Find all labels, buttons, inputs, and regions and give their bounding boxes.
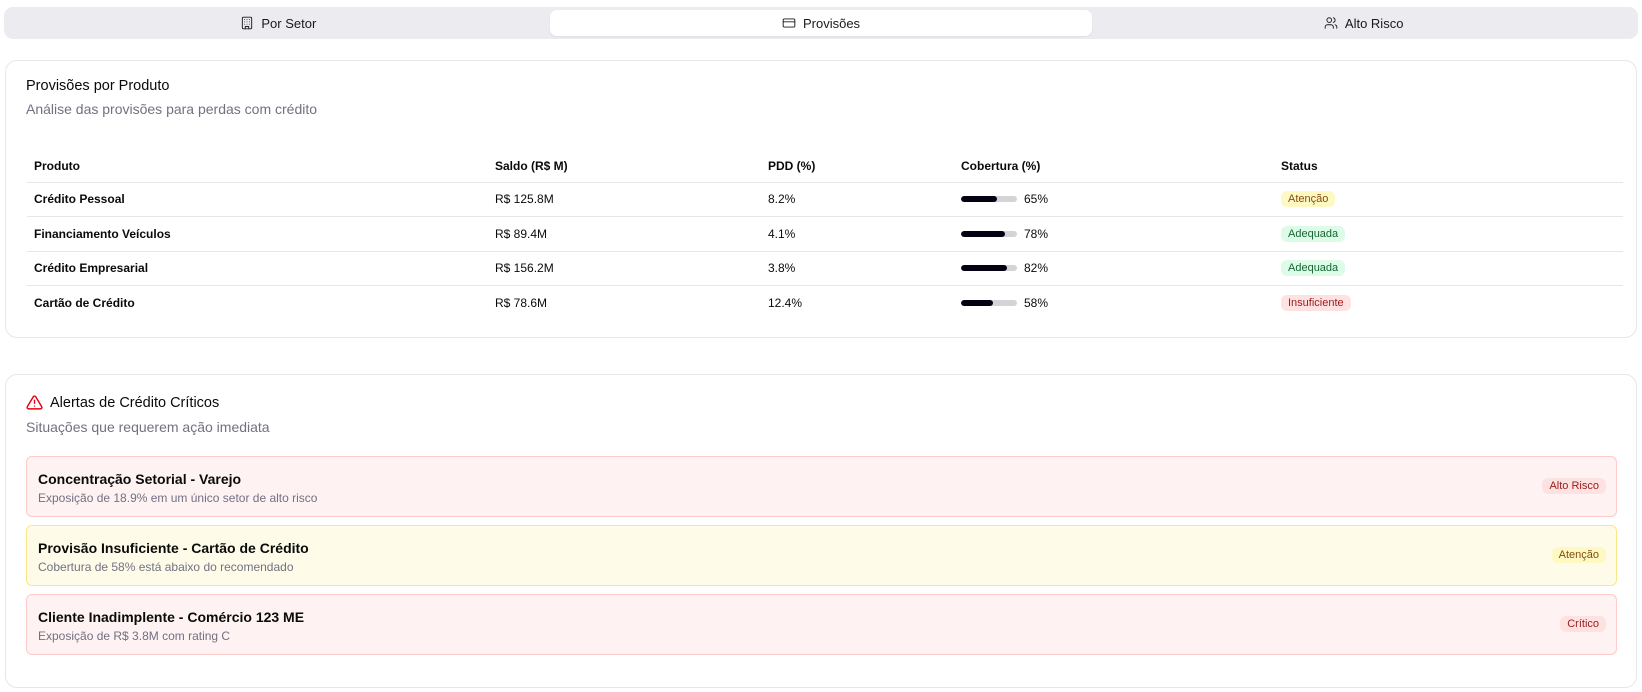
status-badge: Atenção <box>1281 191 1336 208</box>
provisions-card: Provisões por Produto Análise das provis… <box>5 60 1637 338</box>
coverage-value: 58% <box>1024 296 1049 310</box>
building-icon <box>242 16 253 30</box>
product-cell: Crédito Pessoal <box>27 182 488 217</box>
status-cell: Adequada <box>1274 251 1623 286</box>
alert-badge: Alto Risco <box>1542 478 1606 494</box>
coverage-bar <box>961 300 1017 306</box>
provisions-title: Provisões por Produto <box>26 78 170 94</box>
alert-item[interactable]: Concentração Setorial - Varejo Exposição… <box>26 456 1617 517</box>
alerts-card: Alertas de Crédito Críticos Situações qu… <box>5 374 1637 688</box>
table-row: Crédito Pessoal R$ 125.8M 8.2% 65% Atenç… <box>27 182 1623 217</box>
balance-cell: R$ 125.8M <box>488 182 761 217</box>
coverage-value: 82% <box>1024 261 1049 276</box>
col-cobertura: Cobertura (%) <box>954 150 1274 183</box>
coverage-bar <box>961 230 1017 237</box>
status-cell: Insuficiente <box>1274 286 1623 321</box>
status-cell: Adequada <box>1274 216 1623 252</box>
alert-title: Concentração Setorial - Varejo <box>38 471 242 487</box>
alert-triangle-icon <box>26 395 43 410</box>
alerts-subtitle: Situações que requerem ação imediata <box>26 419 270 435</box>
alert-description: Exposição de 18.9% em um único setor de … <box>38 491 318 505</box>
coverage-value: 65% <box>1024 192 1049 207</box>
alert-badge: Crítico <box>1560 616 1606 632</box>
alert-description: Cobertura de 58% está abaixo do recomend… <box>38 560 294 574</box>
status-cell: Atenção <box>1274 182 1623 217</box>
tab-label: Provisões <box>802 15 861 31</box>
tab-label: Alto Risco <box>1344 15 1404 31</box>
tab-list: Por Setor Provisões Alto Risco <box>4 7 1638 39</box>
coverage-value: 78% <box>1024 226 1049 241</box>
coverage-bar-fill <box>961 265 1007 272</box>
tab-label: Por Setor <box>261 15 317 31</box>
coverage-cell: 65% <box>954 182 1274 217</box>
users-icon <box>1324 17 1338 29</box>
balance-cell: R$ 78.6M <box>495 296 548 310</box>
coverage-cell: 58% <box>954 286 1274 321</box>
col-status: Status <box>1274 150 1623 183</box>
product-cell: Financiamento Veículos <box>27 216 488 252</box>
balance-cell: R$ 156.2M <box>488 251 761 286</box>
product-cell: Cartão de Crédito <box>34 296 135 310</box>
tab-alto-risco[interactable]: Alto Risco <box>1092 10 1635 36</box>
alert-item[interactable]: Provisão Insuficiente - Cartão de Crédit… <box>26 525 1617 586</box>
balance-cell: R$ 89.4M <box>488 216 761 252</box>
coverage-cell: 82% <box>954 251 1274 286</box>
table-row: Financiamento Veículos R$ 89.4M 4.1% 78%… <box>27 216 1623 252</box>
status-badge: Adequada <box>1281 260 1346 277</box>
pdd-cell: 12.4% <box>768 296 803 310</box>
coverage-bar-fill <box>961 230 1005 237</box>
table-header-row: Produto Saldo (R$ M) PDD (%) Cobertura (… <box>27 150 1623 183</box>
coverage-cell: 78% <box>954 216 1274 252</box>
pdd-cell: 8.2% <box>761 182 954 217</box>
table-row: Cartão de Crédito R$ 78.6M 12.4% 58% Ins… <box>27 286 1623 321</box>
alerts-title: Alertas de Crédito Críticos <box>50 394 220 411</box>
coverage-bar <box>961 265 1017 272</box>
coverage-bar-fill <box>961 196 998 203</box>
table-row: Crédito Empresarial R$ 156.2M 3.8% 82% A… <box>27 251 1623 286</box>
col-saldo: Saldo (R$ M) <box>488 150 761 183</box>
col-produto: Produto <box>27 150 488 183</box>
alert-badge: Atenção <box>1551 547 1606 563</box>
status-badge: Insuficiente <box>1281 295 1351 311</box>
col-pdd: PDD (%) <box>761 150 954 183</box>
alert-item[interactable]: Cliente Inadimplente - Comércio 123 ME E… <box>26 594 1617 655</box>
pdd-cell: 3.8% <box>761 251 954 286</box>
provisions-subtitle: Análise das provisões para perdas com cr… <box>26 101 318 117</box>
alert-title: Cliente Inadimplente - Comércio 123 ME <box>38 609 305 625</box>
provisions-table: Produto Saldo (R$ M) PDD (%) Cobertura (… <box>27 150 1623 320</box>
alert-title: Provisão Insuficiente - Cartão de Crédit… <box>38 540 309 556</box>
product-cell: Crédito Empresarial <box>27 251 488 286</box>
pdd-cell: 4.1% <box>761 216 954 252</box>
credit-card-icon <box>782 18 796 28</box>
alert-description: Exposição de R$ 3.8M com rating C <box>38 629 231 643</box>
alerts-header: Alertas de Crédito Críticos <box>26 394 219 411</box>
tab-por-setor[interactable]: Por Setor <box>7 10 550 36</box>
status-badge: Adequada <box>1281 225 1346 242</box>
tab-provisoes[interactable]: Provisões <box>549 10 1093 36</box>
coverage-bar <box>961 196 1017 203</box>
coverage-bar-fill <box>961 300 994 306</box>
